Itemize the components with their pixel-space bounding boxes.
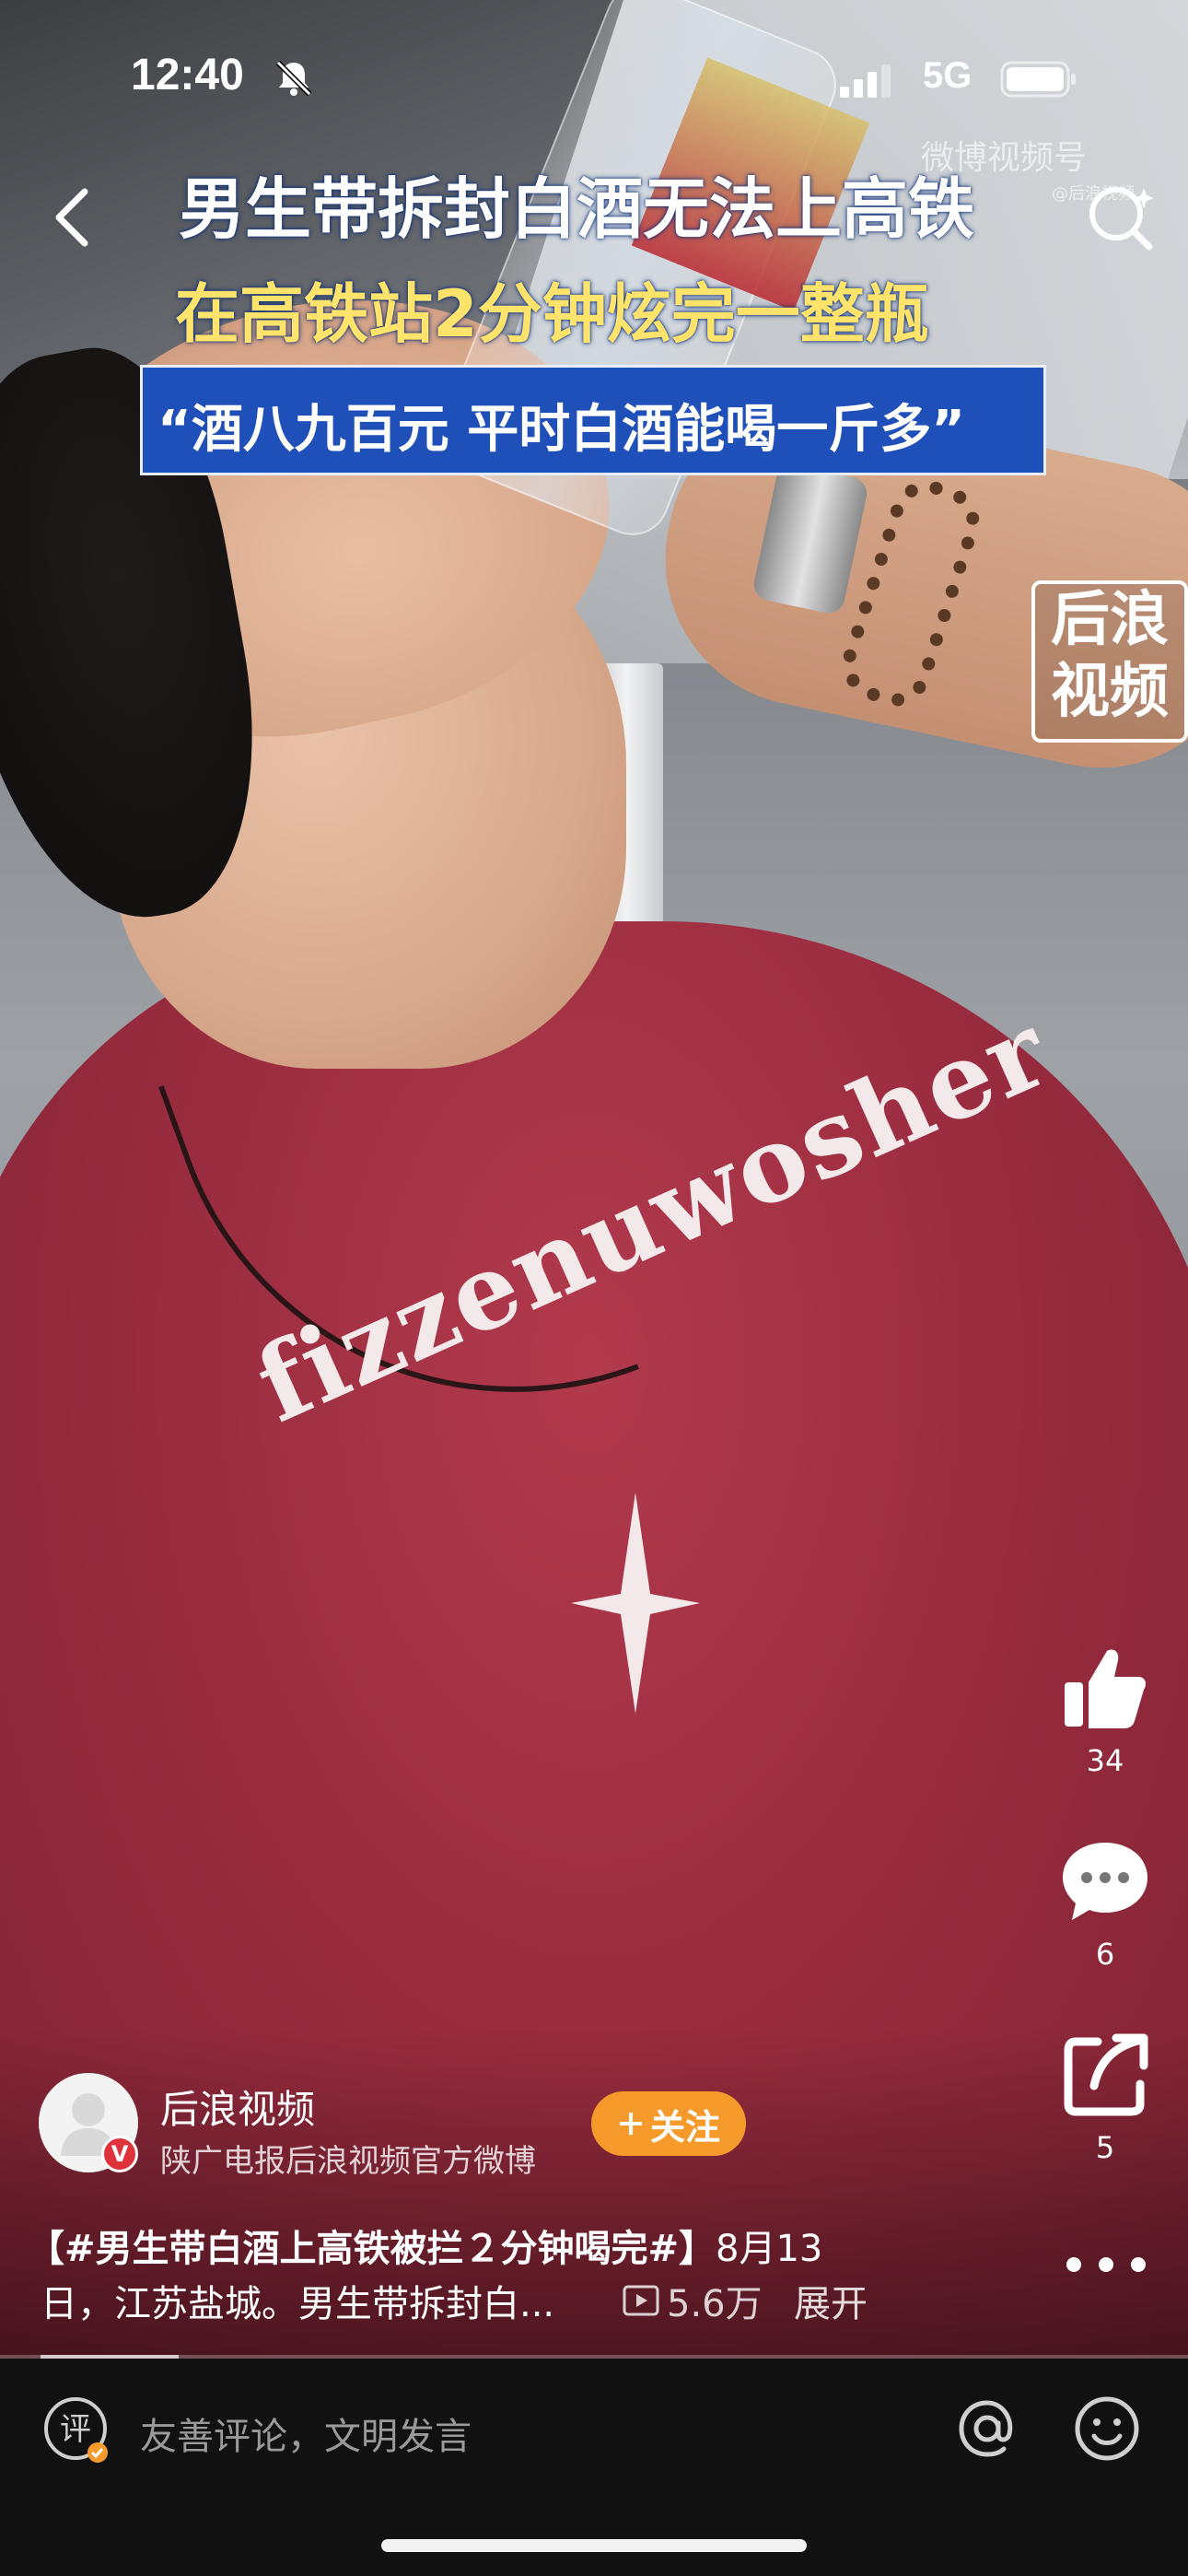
play-count: 5.6万 [623, 2274, 763, 2327]
caption-line1[interactable]: 【#男生带白酒上高铁被拦２分钟喝完#】8月13 [28, 2219, 822, 2272]
battery-icon [1000, 61, 1076, 98]
verified-badge: V [101, 2136, 138, 2172]
network-type: 5G [923, 55, 973, 96]
follow-button[interactable]: 关注 [591, 2091, 746, 2156]
search-button[interactable] [1076, 171, 1168, 263]
author-avatar[interactable]: V [39, 2073, 138, 2172]
follow-label: 关注 [649, 2106, 720, 2148]
comment-bubble-icon [1063, 1843, 1147, 1920]
thumbs-up-icon [1065, 1649, 1146, 1728]
home-indicator[interactable] [381, 2539, 807, 2552]
expand-button[interactable]: 展开 [794, 2274, 868, 2327]
share-count: 5 [1095, 2130, 1115, 2165]
comment-input[interactable]: 友善评论，文明发言 [140, 2406, 472, 2460]
like-button[interactable]: 34 [1041, 1645, 1170, 1778]
channel-logo-line2: 视频 [1051, 658, 1169, 726]
write-comment-icon[interactable]: 评 [41, 2394, 114, 2467]
quote-text: “酒八九百元 平时白酒能喝一斤多” [157, 400, 966, 460]
quote-banner: “酒八九百元 平时白酒能喝一斤多” [140, 365, 1046, 475]
more-options-icon[interactable] [1061, 2248, 1151, 2281]
share-icon [1064, 2033, 1148, 2116]
caption-hashtag[interactable]: 【#男生带白酒上高铁被拦２分钟喝完#】 [28, 2228, 716, 2270]
play-count-value: 5.6万 [667, 2283, 763, 2325]
status-bar: 12:40 5G [0, 0, 1188, 157]
video-headline-line1: 男生带拆封白酒无法上高铁 [179, 170, 975, 248]
play-icon [623, 2285, 659, 2316]
plus-icon [619, 2113, 642, 2135]
mute-bell-icon [275, 60, 312, 97]
back-button[interactable] [28, 171, 120, 263]
share-button[interactable]: 5 [1041, 2032, 1170, 2165]
video-headline-line2: 在高铁站2分钟炫完一整瓶 [175, 276, 929, 352]
channel-logo: 后浪 视频 [1031, 580, 1188, 743]
like-count: 34 [1086, 1743, 1124, 1778]
channel-logo-line1: 后浪 [1051, 586, 1169, 654]
status-time: 12:40 [131, 51, 244, 100]
shirt-star-print [571, 1493, 700, 1714]
comment-count: 6 [1095, 1937, 1115, 1972]
author-name[interactable]: 后浪视频 [160, 2078, 315, 2135]
comment-icon-label: 评 [60, 2411, 91, 2448]
comment-button[interactable]: 6 [1041, 1839, 1170, 1972]
caption-line1-rest: 8月13 [716, 2228, 823, 2270]
signal-icon [840, 64, 891, 98]
author-description: 陕广电报后浪视频官方微博 [160, 2143, 536, 2180]
caption-line2[interactable]: 日，江苏盐城。男生带拆封白... [41, 2274, 554, 2327]
emoji-icon[interactable] [1072, 2394, 1142, 2464]
mention-at-icon[interactable] [954, 2395, 1020, 2462]
video-progress-fill [41, 2355, 179, 2359]
